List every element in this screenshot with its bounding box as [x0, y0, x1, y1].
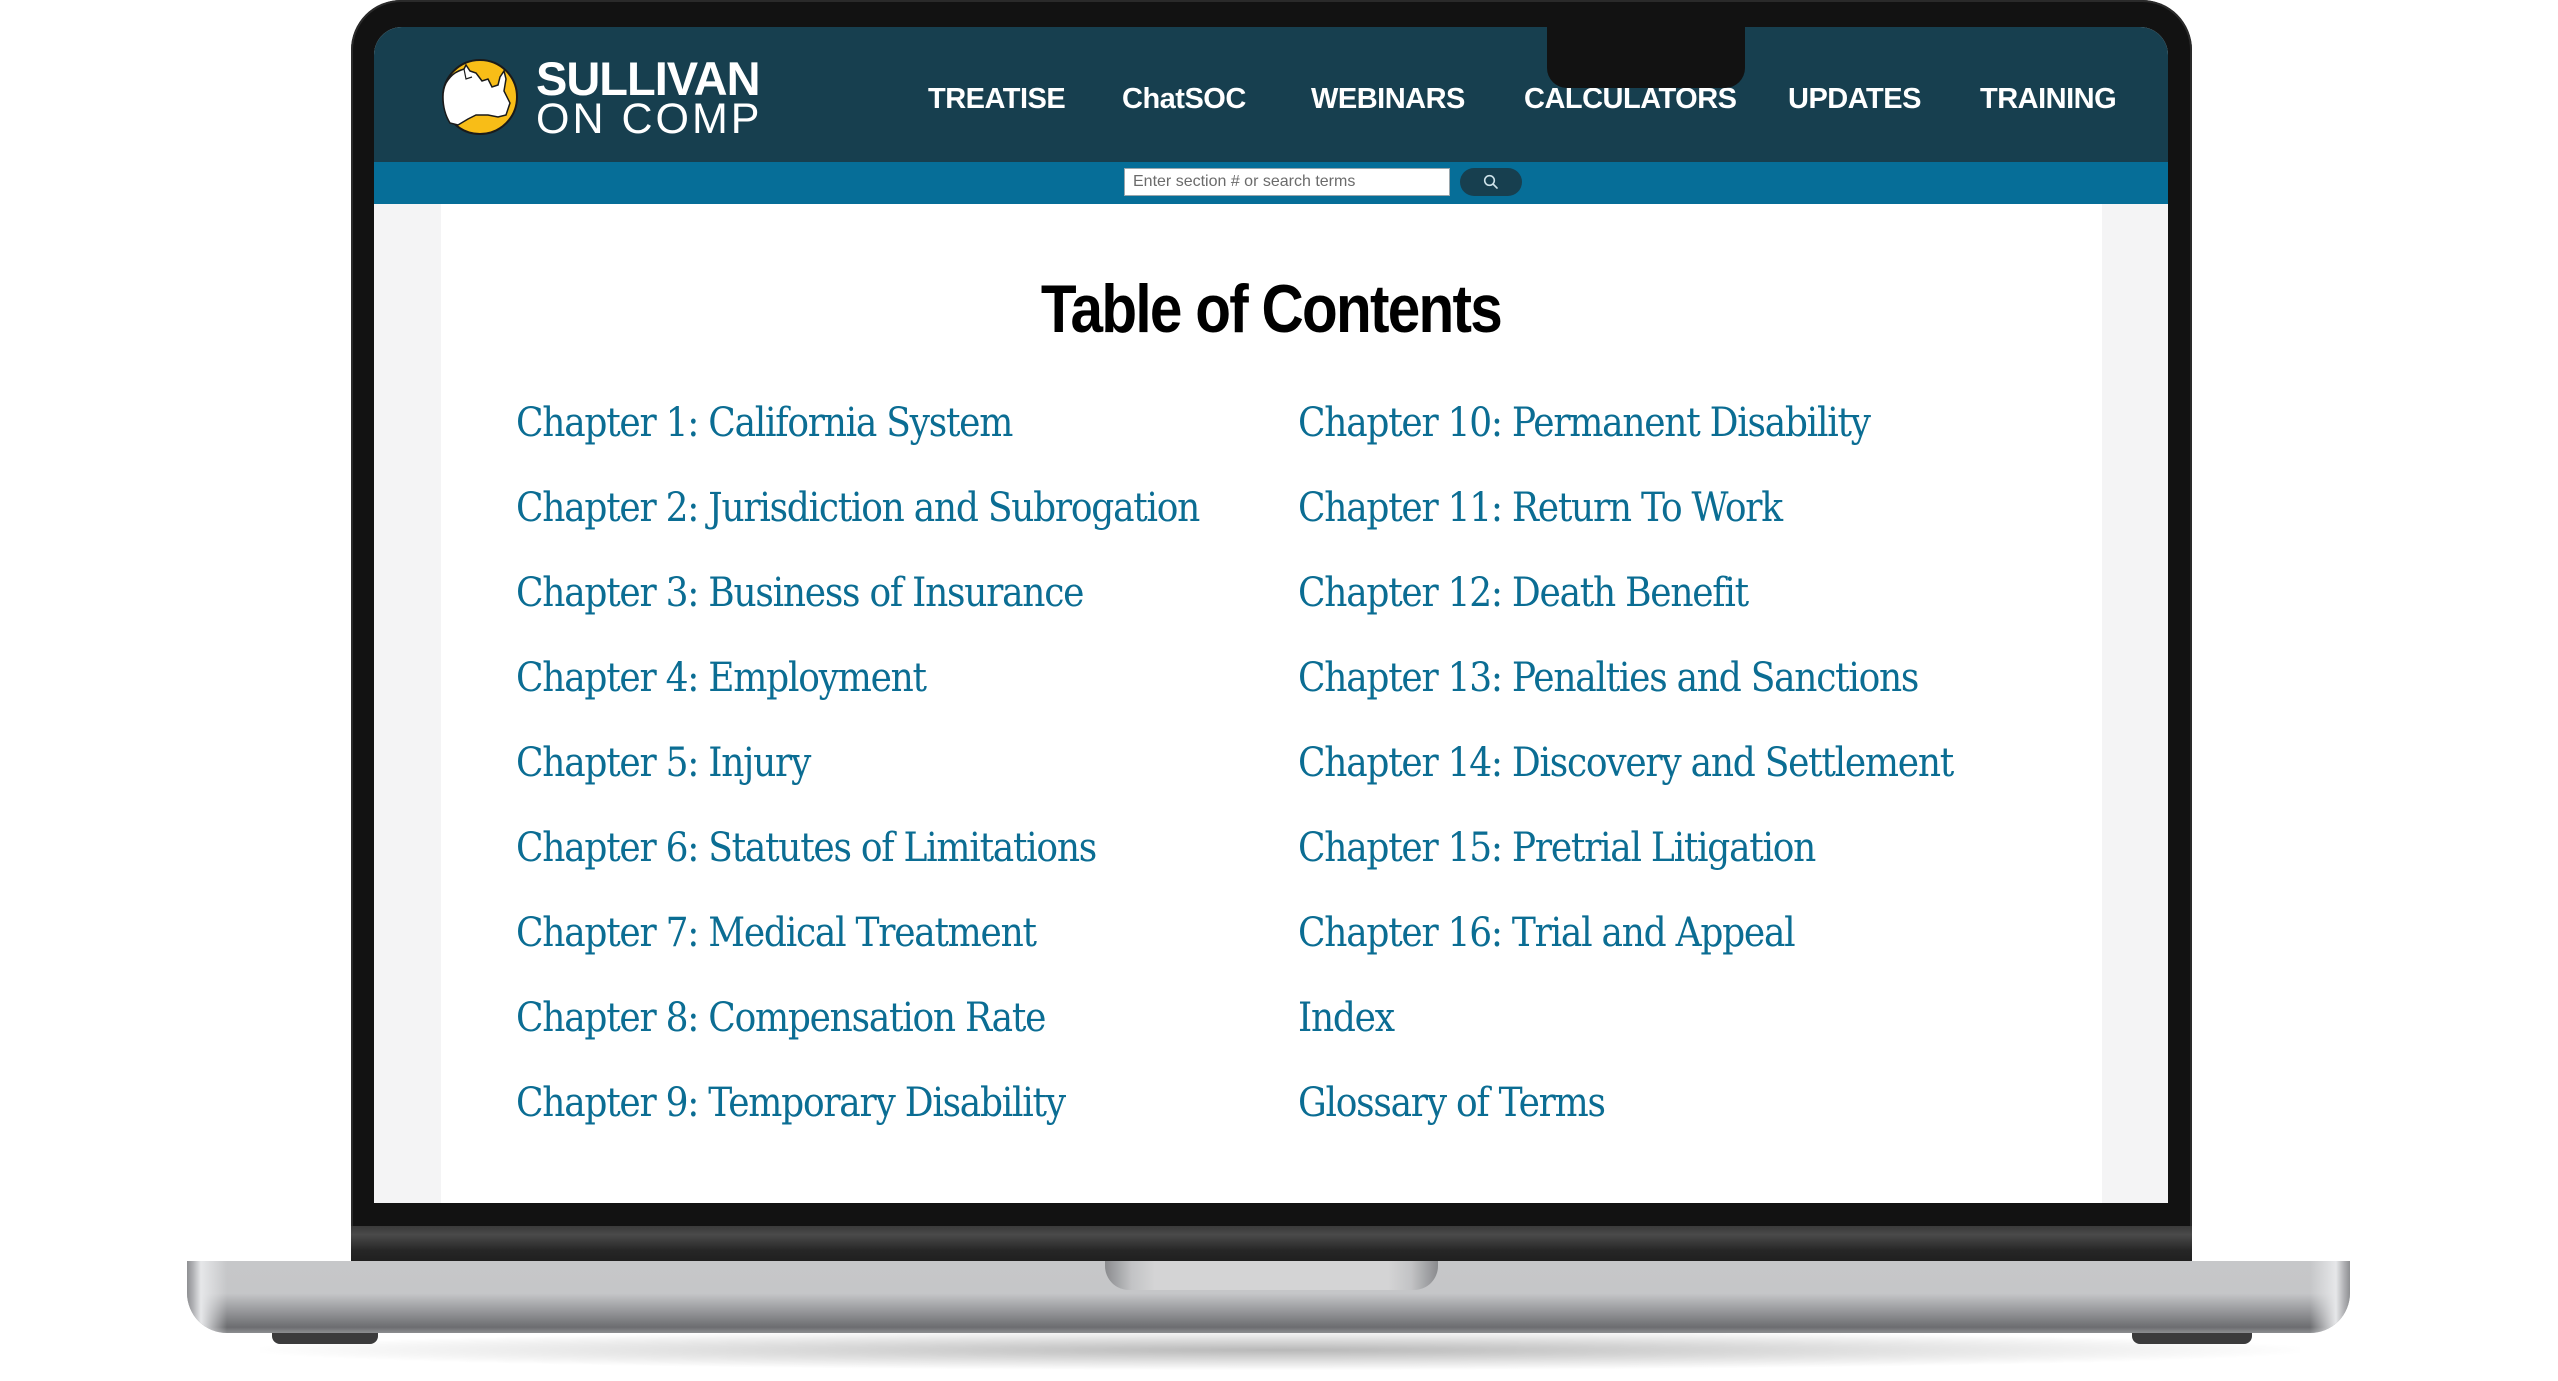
right-gutter [2102, 204, 2168, 1203]
nav-item-chatsoc[interactable]: ChatSOC [1122, 83, 1246, 116]
toc-link-chapter-4[interactable]: Chapter 4: Employment [516, 652, 1199, 737]
toc-link-chapter-2[interactable]: Chapter 2: Jurisdiction and Subrogation [516, 482, 1200, 567]
laptop-screen: SULLIVAN ON COMP TREATISE ChatSOC WEBINA… [374, 27, 2168, 1203]
nav-item-training[interactable]: TRAINING [1980, 83, 2117, 116]
toc-link-glossary[interactable]: Glossary of Terms [1298, 1077, 1953, 1162]
toc-link-chapter-10[interactable]: Chapter 10: Permanent Disability [1298, 397, 1953, 482]
toc-right-column: Chapter 10: Permanent Disability Chapter… [1298, 397, 2026, 1162]
laptop-hinge [351, 1226, 2192, 1261]
nav-item-webinars[interactable]: WEBINARS [1311, 83, 1465, 116]
search-button[interactable] [1460, 168, 1522, 196]
toc-link-chapter-1[interactable]: Chapter 1: California System [516, 397, 1199, 482]
main-content: Table of Contents Chapter 1: California … [374, 204, 2168, 1203]
main-nav: TREATISE ChatSOC WEBINARS CALCULATORS UP… [374, 83, 2168, 123]
search-input[interactable] [1124, 168, 1450, 196]
laptop-base-edge-left [187, 1261, 227, 1333]
search-icon [1483, 174, 1498, 189]
laptop-opening-notch [1105, 1261, 1438, 1290]
toc-link-chapter-11[interactable]: Chapter 11: Return To Work [1298, 482, 1953, 567]
laptop-shadow [260, 1330, 2300, 1370]
nav-item-updates[interactable]: UPDATES [1788, 83, 1921, 116]
toc-link-chapter-6[interactable]: Chapter 6: Statutes of Limitations [516, 822, 1199, 907]
toc-link-chapter-5[interactable]: Chapter 5: Injury [516, 737, 1199, 822]
toc-link-chapter-14[interactable]: Chapter 14: Discovery and Settlement [1298, 737, 1954, 822]
laptop-foot-right [2132, 1333, 2252, 1344]
site-header: SULLIVAN ON COMP TREATISE ChatSOC WEBINA… [374, 27, 2168, 162]
nav-item-treatise[interactable]: TREATISE [928, 83, 1066, 116]
toc-link-chapter-16[interactable]: Chapter 16: Trial and Appeal [1298, 907, 1953, 992]
laptop-foot-left [272, 1333, 378, 1344]
toc-link-chapter-13[interactable]: Chapter 13: Penalties and Sanctions [1298, 652, 1953, 737]
toc-link-index[interactable]: Index [1298, 992, 1953, 1077]
page-title: Table of Contents [1040, 271, 1503, 347]
toc-link-chapter-15[interactable]: Chapter 15: Pretrial Litigation [1298, 822, 1953, 907]
toc-link-chapter-9[interactable]: Chapter 9: Temporary Disability [516, 1077, 1199, 1162]
camera-notch [1547, 27, 1745, 88]
toc-link-chapter-7[interactable]: Chapter 7: Medical Treatment [516, 907, 1199, 992]
laptop-base-edge-right [2310, 1261, 2350, 1333]
toc-link-chapter-3[interactable]: Chapter 3: Business of Insurance [516, 567, 1199, 652]
toc-link-chapter-12[interactable]: Chapter 12: Death Benefit [1298, 567, 1953, 652]
search-bar [374, 162, 2168, 204]
toc-left-column: Chapter 1: California System Chapter 2: … [516, 397, 1275, 1162]
toc-link-chapter-8[interactable]: Chapter 8: Compensation Rate [516, 992, 1199, 1077]
left-gutter [374, 204, 441, 1203]
